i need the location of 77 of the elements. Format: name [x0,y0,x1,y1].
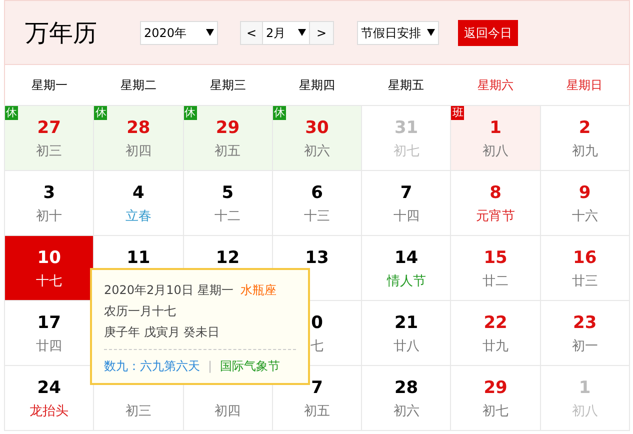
day-number: 7 [311,377,323,399]
tooltip-lunar-date: 农历一月十七 [104,304,176,318]
day-number: 9 [578,182,591,204]
day-number: 28 [394,377,418,399]
weekday-label: 星期四 [298,77,335,94]
weekday-label: 星期日 [566,77,602,94]
lunar-date: 初六 [393,403,420,421]
lunar-date: 十七 [36,273,62,291]
day-number: 17 [37,312,61,334]
day-number: 2 [578,117,591,139]
lunar-date: 十三 [304,208,330,226]
day-number: 1 [578,377,591,399]
day-number: 15 [484,247,508,269]
day-number: 13 [305,247,329,269]
day-number: 30 [305,117,329,139]
lunar-date: 十二 [214,208,241,226]
weekday-label: 星期三 [210,77,246,94]
lunar-date: 十四 [393,208,420,226]
lunar-date: 初八 [572,403,598,421]
day-number: 3 [43,182,56,204]
lunar-date: 初五 [214,143,241,161]
lunar-date: 元宵节 [476,208,516,226]
lunar-date: 初三 [36,143,62,161]
day-number: 16 [573,247,597,269]
lunar-date: 龙抬头 [30,403,69,421]
lunar-date: 廿三 [572,273,598,291]
lunar-date: 七 [310,338,324,356]
lunar-date: 初三 [125,403,152,421]
day-number: 29 [216,117,240,139]
lunar-date: 初七 [393,143,420,161]
day-badge: 休 [184,106,197,120]
day-number: 7 [400,182,412,204]
tooltip-ganzhi: 庚子年 戊寅月 癸未日 [104,325,220,339]
lunar-date: 初八 [482,143,509,161]
lunar-date: 立春 [125,208,152,226]
day-number: 29 [484,377,508,399]
lunar-date: 廿八 [393,338,420,356]
day-number: 28 [126,117,150,139]
day-number: 14 [394,247,418,269]
lunar-date: 初六 [304,143,330,161]
lunar-date: 廿九 [482,338,509,356]
lunar-date: 初四 [214,403,241,421]
day-badge: 班 [451,106,464,120]
day-number: 23 [573,312,597,334]
tooltip-date: 2020年2月10日 星期一 [104,283,234,297]
day-number: 1 [490,117,502,139]
lunar-date: 初七 [482,403,509,421]
day-badge: 休 [272,106,286,120]
day-number: 31 [394,117,418,139]
lunar-date: 廿四 [36,338,62,356]
day-number: 5 [222,182,234,204]
app-title: 万年历 [25,18,98,48]
day-number: 10 [37,247,61,269]
lunar-date: 廿二 [482,273,509,291]
lunar-date: 初九 [572,143,598,161]
day-number: 24 [37,377,61,399]
lunar-date: 初五 [304,403,330,421]
day-number: 22 [484,312,508,334]
lunar-date: 初四 [125,143,152,161]
day-number: 4 [132,182,144,204]
day-badge: 休 [5,106,18,120]
weekday-label: 星期六 [477,77,514,94]
day-number: 27 [37,117,61,139]
day-badge: 休 [94,106,108,120]
lunar-date: 情人节 [386,273,426,291]
day-number: 12 [216,247,240,269]
day-number: 0 [311,312,323,334]
weekday-label: 星期五 [388,77,424,94]
day-number: 21 [394,312,418,334]
lunar-date: 十六 [572,208,598,226]
lunar-date: 初一 [572,338,598,356]
lunar-date: 初十 [36,208,62,226]
day-number: 6 [311,182,323,204]
weekday-label: 星期二 [120,77,157,94]
day-number: 8 [490,182,502,204]
day-number: 11 [126,247,150,269]
weekday-label: 星期一 [32,77,68,94]
